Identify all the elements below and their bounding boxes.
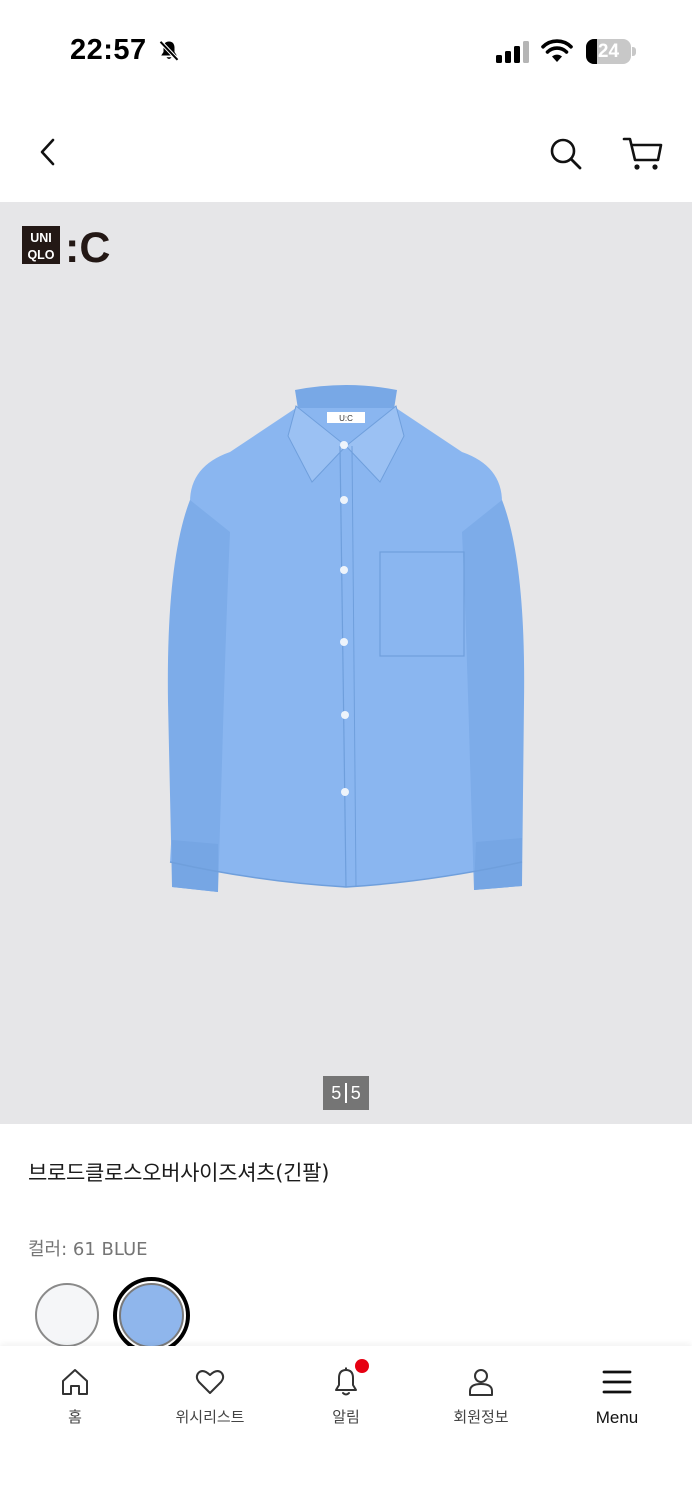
bell-slash-icon xyxy=(159,40,179,62)
tab-notifications[interactable]: 알림 xyxy=(277,1346,415,1436)
battery-icon: 24 xyxy=(586,39,636,64)
search-icon[interactable] xyxy=(544,132,588,176)
collar-tag: U:C xyxy=(339,414,353,423)
logo-text-bottom: QLO xyxy=(27,248,54,262)
home-icon xyxy=(62,1369,88,1395)
tab-menu[interactable]: Menu xyxy=(548,1346,686,1436)
product-gallery[interactable]: UNI QLO :C U:C 5 5 xyxy=(0,202,692,1124)
color-swatch-blue[interactable] xyxy=(119,1283,184,1348)
notification-badge xyxy=(355,1359,369,1373)
tab-account-label: 회원정보 xyxy=(453,1408,509,1426)
product-title: 브로드클로스오버사이즈셔츠(긴팔) xyxy=(28,1161,330,1185)
page-total: 5 xyxy=(350,1082,361,1103)
tab-notifications-label: 알림 xyxy=(332,1408,360,1426)
tab-home-label: 홈 xyxy=(68,1408,82,1426)
page-current: 5 xyxy=(331,1082,342,1103)
hamburger-icon xyxy=(602,1370,632,1394)
battery-percent: 24 xyxy=(597,41,620,62)
heart-icon xyxy=(195,1370,225,1394)
status-time: 22:57 xyxy=(70,34,147,66)
logo-text-suffix: :C xyxy=(65,226,110,266)
uniqlo-c-logo: UNI QLO :C xyxy=(22,226,110,266)
top-nav xyxy=(0,100,692,202)
cellular-signal-icon xyxy=(496,41,529,63)
tab-menu-label: Menu xyxy=(595,1408,639,1427)
tab-home[interactable]: 홈 xyxy=(6,1346,144,1436)
tab-wishlist-label: 위시리스트 xyxy=(175,1408,245,1426)
tab-wishlist[interactable]: 위시리스트 xyxy=(141,1346,279,1436)
color-swatch-white[interactable] xyxy=(35,1283,99,1347)
cart-icon[interactable] xyxy=(620,130,666,176)
bottom-tab-bar: 홈 위시리스트 알림 회원정보 Menu xyxy=(0,1346,692,1500)
user-icon xyxy=(469,1369,493,1396)
logo-text-top: UNI xyxy=(30,231,52,245)
page-indicator: 5 5 xyxy=(323,1076,369,1110)
product-image-shirt: U:C xyxy=(167,385,525,892)
tab-account[interactable]: 회원정보 xyxy=(412,1346,550,1436)
color-label: 컬러: 61 BLUE xyxy=(28,1239,148,1260)
chevron-left-icon[interactable] xyxy=(28,132,68,172)
wifi-icon xyxy=(541,39,573,62)
status-bar: 22:57 24 xyxy=(0,0,692,100)
